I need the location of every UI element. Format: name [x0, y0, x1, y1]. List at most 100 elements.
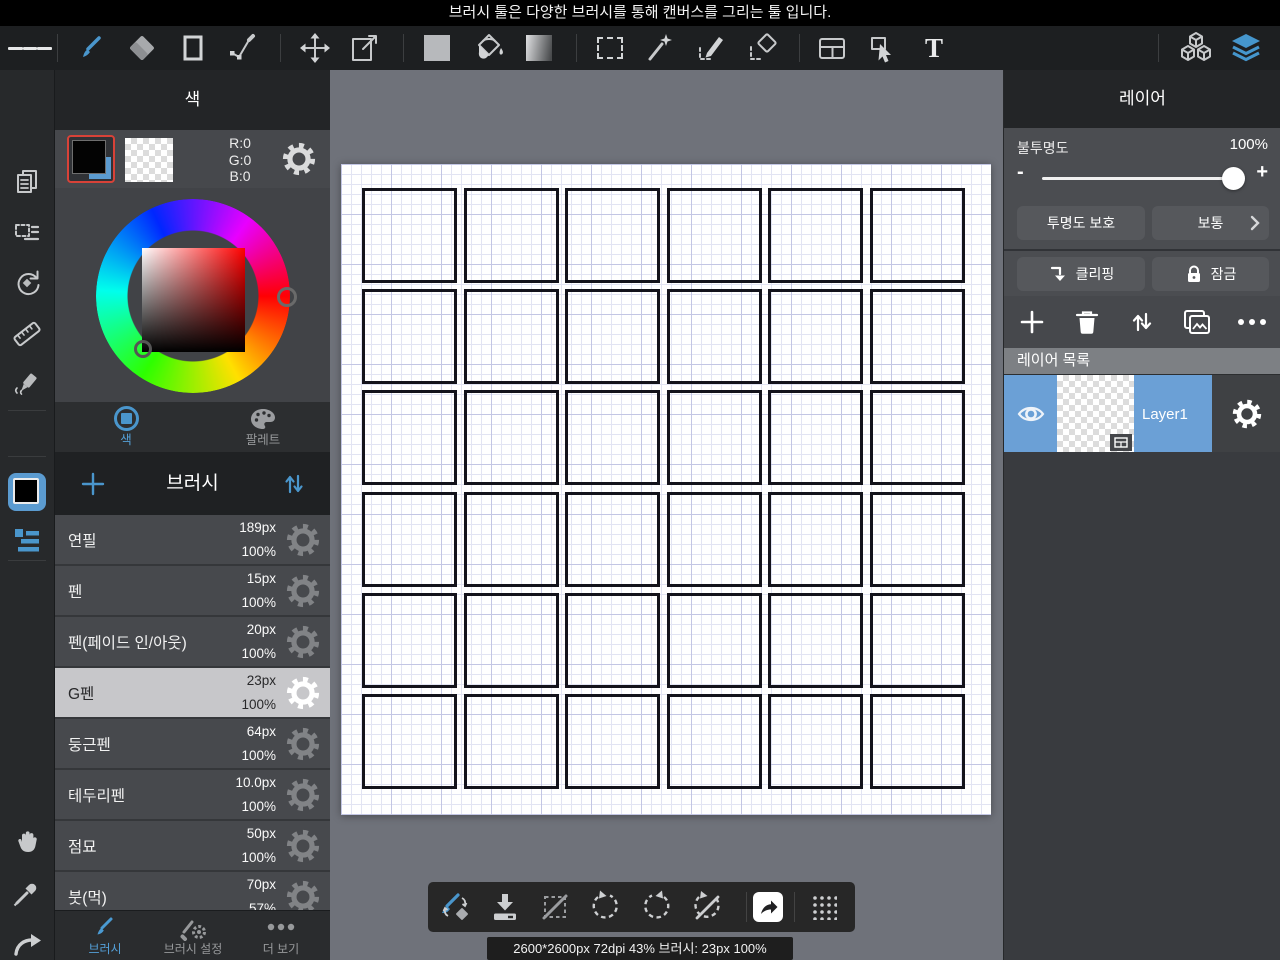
- foreground-color-swatch[interactable]: [67, 135, 115, 183]
- tool-move[interactable]: [293, 26, 337, 70]
- tab-color[interactable]: 색: [84, 402, 168, 452]
- transparent-color-swatch[interactable]: [125, 138, 173, 182]
- rotate-canvas-button[interactable]: [0, 261, 54, 305]
- ruler-button[interactable]: [0, 312, 54, 356]
- alpha-lock-button[interactable]: 투명도 보호: [1017, 206, 1145, 240]
- tool-fill-rect[interactable]: [415, 26, 459, 70]
- lock-label: 잠금: [1210, 266, 1237, 282]
- brush-icon: [83, 36, 101, 57]
- sv-cursor[interactable]: [134, 340, 152, 358]
- tool-magic-wand[interactable]: [639, 26, 683, 70]
- deselect-button[interactable]: [533, 885, 577, 929]
- pages-button[interactable]: [0, 160, 54, 204]
- layers-panel-toggle[interactable]: [1224, 26, 1268, 70]
- share-icon: [753, 892, 783, 922]
- lock-button[interactable]: 잠금: [1152, 257, 1269, 291]
- add-brush-button[interactable]: [71, 462, 115, 506]
- tool-transform[interactable]: [343, 26, 387, 70]
- layer-thumbnail[interactable]: [1057, 375, 1134, 453]
- brush-row[interactable]: 붓(먹) 70px 57%: [55, 872, 330, 910]
- comic-panel: [768, 592, 864, 688]
- tool-operation-select[interactable]: [861, 26, 905, 70]
- rotate-cw-button[interactable]: [634, 885, 678, 929]
- tool-select-rect[interactable]: [588, 26, 632, 70]
- tab-palette[interactable]: 팔레트: [221, 402, 305, 452]
- layer-visibility-toggle[interactable]: [1004, 375, 1057, 453]
- reset-rotation-button[interactable]: [685, 885, 729, 929]
- airbrush-button[interactable]: [0, 362, 54, 406]
- save-button[interactable]: [483, 885, 527, 929]
- share-button[interactable]: [750, 885, 786, 929]
- color-swatch-row: R:0 G:0 B:0: [55, 130, 330, 188]
- brush-row[interactable]: 펜 15px 100%: [55, 566, 330, 615]
- brush-settings-gear-icon[interactable]: [283, 622, 323, 662]
- layer-settings-gear-icon[interactable]: [1212, 375, 1280, 453]
- saturation-value-square[interactable]: [142, 248, 245, 352]
- brush-settings-gear-icon[interactable]: [283, 571, 323, 611]
- opacity-slider-track[interactable]: [1042, 177, 1243, 180]
- tool-brush[interactable]: [70, 26, 114, 70]
- tool-gradient[interactable]: [517, 26, 561, 70]
- hue-marker[interactable]: [277, 287, 297, 307]
- brush-size: 10.0px: [235, 775, 276, 790]
- tool-shape-rect[interactable]: [171, 26, 215, 70]
- opacity-plus-button[interactable]: +: [1256, 161, 1268, 184]
- add-layer-button[interactable]: [1010, 300, 1054, 344]
- current-color-indicator[interactable]: [0, 470, 54, 514]
- layer-row[interactable]: Layer1: [1004, 374, 1280, 453]
- tool-select-eraser[interactable]: [741, 26, 785, 70]
- brush-name: G펜: [68, 685, 95, 703]
- more-layer-options-button[interactable]: [1230, 300, 1274, 344]
- brush-settings-gear-icon[interactable]: [283, 724, 323, 764]
- eyedropper-button[interactable]: [0, 871, 54, 915]
- save-icon: [494, 894, 516, 920]
- drag-handle[interactable]: [802, 885, 846, 929]
- merge-layer-button[interactable]: [1175, 300, 1219, 344]
- color-settings-gear-icon[interactable]: [277, 137, 321, 181]
- rectangle-icon: [183, 35, 203, 61]
- opacity-slider-knob[interactable]: [1222, 167, 1245, 190]
- clipping-button[interactable]: 클리핑: [1017, 257, 1145, 291]
- reorder-layer-button[interactable]: [1120, 300, 1164, 344]
- hand-tool-button[interactable]: [0, 820, 54, 864]
- redo-button[interactable]: [0, 922, 54, 960]
- brush-settings-gear-icon[interactable]: [283, 826, 323, 866]
- more-dots-icon: [1238, 319, 1266, 325]
- delete-layer-button[interactable]: [1065, 300, 1109, 344]
- tool-panel-divide[interactable]: [810, 26, 854, 70]
- rotate-ccw-button[interactable]: [584, 885, 628, 929]
- brush-row[interactable]: 연필 189px 100%: [55, 515, 330, 564]
- layer-name[interactable]: Layer1: [1134, 375, 1212, 453]
- brush-row[interactable]: 점묘 50px 100%: [55, 821, 330, 870]
- brush-list-shortcut[interactable]: [0, 518, 54, 562]
- tab-brush[interactable]: 브러시: [60, 911, 150, 960]
- brush-settings-gear-icon[interactable]: [283, 520, 323, 560]
- canvas[interactable]: [341, 164, 991, 815]
- blend-mode-button[interactable]: 보통: [1152, 206, 1269, 240]
- tab-more[interactable]: 더 보기: [236, 911, 326, 960]
- brush-row[interactable]: 테두리펜 10.0px 100%: [55, 770, 330, 819]
- tool-eraser[interactable]: [120, 26, 164, 70]
- material-library-button[interactable]: [1174, 26, 1218, 70]
- brush-settings-gear-icon[interactable]: [283, 673, 323, 713]
- menu-icon[interactable]: [8, 26, 53, 70]
- tool-curve[interactable]: [221, 26, 265, 70]
- brush-size: 70px: [246, 877, 276, 892]
- brush-settings-gear-icon[interactable]: [283, 775, 323, 815]
- sort-brushes-button[interactable]: [272, 462, 316, 506]
- opacity-minus-button[interactable]: -: [1017, 161, 1024, 184]
- brush-row[interactable]: 둥근펜 64px 100%: [55, 719, 330, 768]
- brush-size: 23px: [246, 673, 276, 688]
- tool-select-pen[interactable]: [690, 26, 734, 70]
- tab-brush-settings[interactable]: 브러시 설정: [148, 911, 238, 960]
- selection-menu-button[interactable]: [0, 211, 54, 255]
- brush-row[interactable]: G펜 23px 100%: [55, 668, 330, 717]
- brush-row[interactable]: 펜(페이드 인/아웃) 20px 100%: [55, 617, 330, 666]
- filled-square-icon: [424, 35, 450, 61]
- tool-bucket[interactable]: [466, 26, 510, 70]
- color-palette-tabs: 색 팔레트: [55, 402, 330, 452]
- brush-size: 20px: [246, 622, 276, 637]
- tool-text[interactable]: T: [912, 26, 956, 70]
- brush-eraser-toggle[interactable]: [433, 885, 477, 929]
- brush-settings-gear-icon[interactable]: [283, 877, 323, 910]
